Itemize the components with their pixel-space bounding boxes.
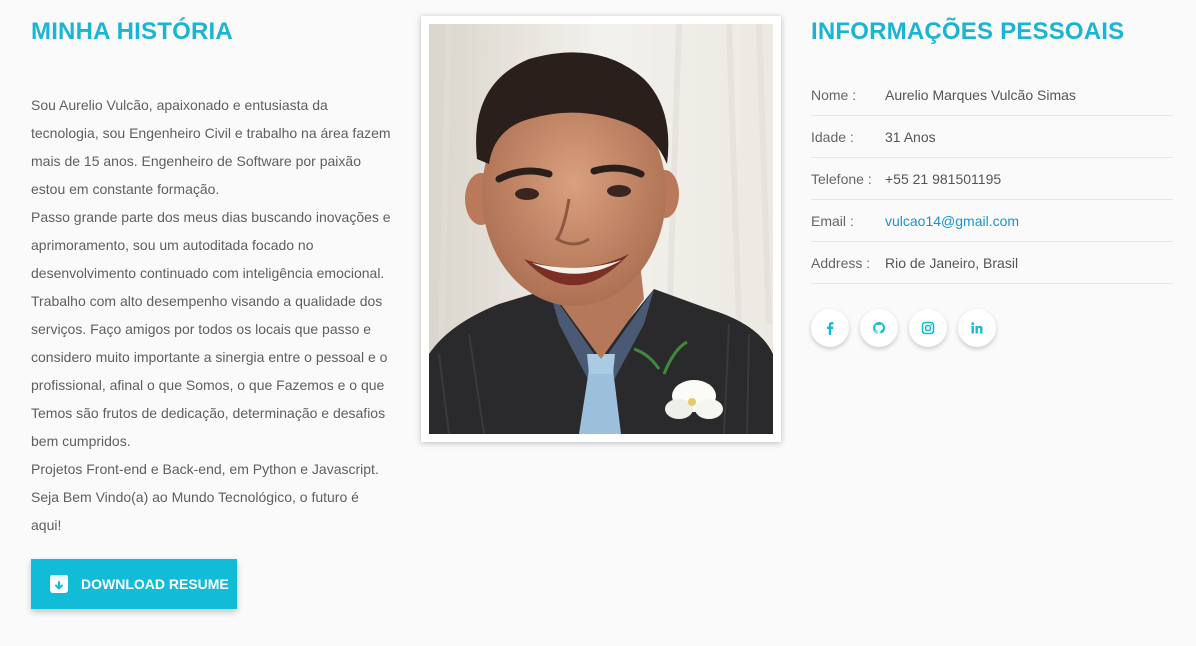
personal-info-heading: INFORMAÇÕES PESSOAIS bbox=[811, 18, 1125, 45]
profile-photo-frame bbox=[421, 16, 781, 442]
instagram-button[interactable] bbox=[909, 309, 947, 347]
about-heading: MINHA HISTÓRIA bbox=[31, 18, 233, 45]
info-row-nome: Nome : Aurelio Marques Vulcão Simas bbox=[811, 74, 1173, 116]
linkedin-icon bbox=[971, 322, 983, 334]
download-resume-label: DOWNLOAD RESUME bbox=[81, 576, 229, 592]
info-label: Idade : bbox=[811, 128, 854, 145]
facebook-button[interactable] bbox=[811, 309, 849, 347]
info-value: vulcao14@gmail.com bbox=[885, 213, 1019, 229]
bio-paragraph: Projetos Front-end e Back-end, em Python… bbox=[31, 461, 379, 477]
info-row-address: Address : Rio de Janeiro, Brasil bbox=[811, 242, 1173, 284]
github-icon bbox=[872, 321, 886, 334]
bio-paragraph: Seja Bem Vindo(a) ao Mundo Tecnológico, … bbox=[31, 489, 359, 533]
info-value: 31 Anos bbox=[885, 128, 936, 145]
linkedin-button[interactable] bbox=[958, 309, 996, 347]
facebook-icon bbox=[827, 322, 834, 335]
info-value: Rio de Janeiro, Brasil bbox=[885, 254, 1019, 271]
info-value: Aurelio Marques Vulcão Simas bbox=[885, 86, 1076, 103]
email-link[interactable]: vulcao14@gmail.com bbox=[885, 213, 1019, 229]
info-label: Telefone : bbox=[811, 170, 872, 187]
info-row-idade: Idade : 31 Anos bbox=[811, 116, 1173, 158]
archive-download-icon bbox=[49, 574, 69, 594]
info-row-telefone: Telefone : +55 21 981501195 bbox=[811, 158, 1173, 200]
bio-paragraph: Passo grande parte dos meus dias buscand… bbox=[31, 209, 391, 449]
instagram-icon bbox=[921, 321, 935, 335]
about-section: MINHA HISTÓRIA Sou Aurelio Vulcão, apaix… bbox=[31, 16, 393, 609]
info-value: +55 21 981501195 bbox=[885, 170, 1002, 187]
social-links bbox=[811, 309, 1173, 347]
download-resume-button[interactable]: DOWNLOAD RESUME bbox=[31, 559, 237, 609]
info-list: Nome : Aurelio Marques Vulcão Simas Idad… bbox=[811, 74, 1173, 284]
personal-info-section: INFORMAÇÕES PESSOAIS Nome : Aurelio Marq… bbox=[811, 16, 1173, 347]
profile-photo bbox=[429, 24, 773, 434]
github-button[interactable] bbox=[860, 309, 898, 347]
bio-text: Sou Aurelio Vulcão, apaixonado e entusia… bbox=[31, 91, 393, 539]
info-label: Address : bbox=[811, 254, 871, 271]
info-label: Email : bbox=[811, 212, 854, 229]
info-label: Nome : bbox=[811, 86, 857, 103]
bio-paragraph: Sou Aurelio Vulcão, apaixonado e entusia… bbox=[31, 97, 391, 197]
info-row-email: Email : vulcao14@gmail.com bbox=[811, 200, 1173, 242]
